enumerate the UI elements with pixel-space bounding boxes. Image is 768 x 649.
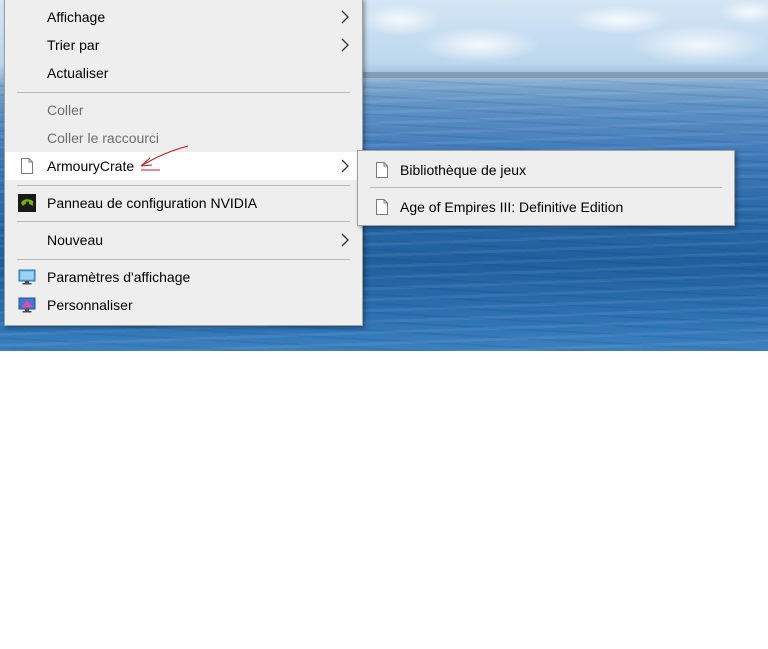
menu-separator [17,92,350,93]
menu-item-label: Personnaliser [47,297,133,313]
menu-separator [17,221,350,222]
menu-item-affichage[interactable]: Affichage [5,3,362,31]
armourycrate-submenu: Bibliothèque de jeux Age of Empires III:… [357,150,735,226]
menu-item-label: Paramètres d'affichage [47,269,191,285]
menu-item-label: Panneau de configuration NVIDIA [47,195,258,211]
chevron-right-icon [341,38,349,52]
menu-item-actualiser[interactable]: Actualiser [5,59,362,87]
file-icon [376,199,388,215]
nvidia-icon [18,194,36,212]
menu-item-label: Affichage [47,9,106,25]
desktop-context-menu: Affichage Trier par Actualiser Coller Co… [4,0,363,326]
personalize-icon [18,297,36,313]
menu-item-label: Coller le raccourci [47,130,160,146]
menu-item-label: ArmouryCrate [47,158,135,174]
menu-separator [17,185,350,186]
wallpaper-clouds [360,0,768,70]
menu-item-label: Trier par [47,37,100,53]
submenu-item-bibliotheque-de-jeux[interactable]: Bibliothèque de jeux [358,156,734,184]
submenu-item-label: Age of Empires III: Definitive Edition [400,199,624,215]
menu-item-label: Actualiser [47,65,109,81]
submenu-item-age-of-empires-iii[interactable]: Age of Empires III: Definitive Edition [358,193,734,221]
menu-item-personnaliser[interactable]: Personnaliser [5,291,362,319]
wallpaper-horizon [360,72,768,78]
chevron-right-icon [341,10,349,24]
file-icon [376,162,388,178]
menu-item-coller-le-raccourci: Coller le raccourci [5,124,362,152]
menu-separator [370,187,722,188]
menu-item-parametres-affichage[interactable]: Paramètres d'affichage [5,263,362,291]
menu-item-nouveau[interactable]: Nouveau [5,226,362,254]
submenu-item-label: Bibliothèque de jeux [400,162,527,178]
chevron-right-icon [341,159,349,173]
menu-item-coller: Coller [5,96,362,124]
menu-item-trier-par[interactable]: Trier par [5,31,362,59]
menu-item-nvidia[interactable]: Panneau de configuration NVIDIA [5,189,362,217]
menu-item-label: Nouveau [47,232,104,248]
chevron-right-icon [341,233,349,247]
menu-item-armourycrate[interactable]: ArmouryCrate [5,152,362,180]
menu-separator [17,259,350,260]
menu-item-label: Coller [47,102,84,118]
file-icon [21,158,33,174]
display-settings-icon [18,269,36,285]
